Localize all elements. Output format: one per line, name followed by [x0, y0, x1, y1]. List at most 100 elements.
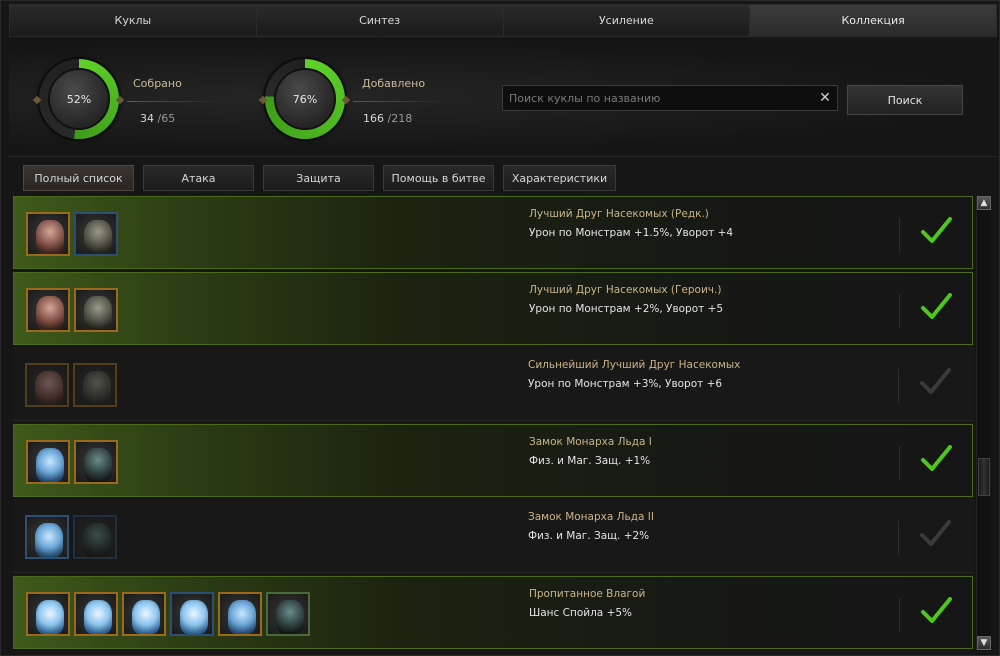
- row-divider: [899, 294, 900, 328]
- row-divider: [898, 521, 899, 555]
- doll-figure: [35, 371, 63, 405]
- doll-bug-icon[interactable]: [26, 212, 70, 256]
- collection-title: Замок Монарха Льда II: [528, 511, 654, 523]
- tab-collection[interactable]: Коллекция: [749, 4, 997, 37]
- collection-bonus: Урон по Монстрам +2%, Уворот +5: [529, 303, 724, 315]
- added-total: /218: [387, 112, 413, 125]
- scroll-down-icon[interactable]: ▼: [977, 636, 991, 650]
- search-input[interactable]: [509, 90, 805, 106]
- doll-figure: [228, 600, 256, 634]
- doll-dark-icon[interactable]: [73, 515, 117, 559]
- doll-figure: [84, 220, 112, 254]
- doll-figure: [36, 296, 64, 330]
- doll-icons: [26, 440, 118, 484]
- collection-row[interactable]: Пропитанное Влагой Шанс Спойла +5%: [13, 576, 973, 649]
- doll-bug2-icon[interactable]: [74, 288, 118, 332]
- row-divider: [898, 369, 899, 403]
- scroll-up-icon[interactable]: ▲: [977, 196, 991, 210]
- collection-title: Сильнейший Лучший Друг Насекомых: [528, 359, 741, 371]
- row-divider: [899, 598, 900, 632]
- doll-ice2-icon[interactable]: [26, 440, 70, 484]
- collection-row[interactable]: Лучший Друг Насекомых (Героич.) Урон по М…: [13, 272, 973, 345]
- row-divider: [899, 218, 900, 252]
- doll-figure: [36, 600, 64, 634]
- check-complete-icon: [919, 290, 953, 324]
- row-divider: [899, 446, 900, 480]
- added-progress-ring: 76%: [265, 59, 345, 139]
- doll-figure: [180, 600, 208, 634]
- collected-percent: 52%: [48, 68, 110, 130]
- doll-figure: [276, 600, 304, 634]
- doll-ice2-icon[interactable]: [25, 515, 69, 559]
- collected-label: Собрано: [133, 77, 182, 90]
- filter-bar: Полный список Атака Защита Помощь в битв…: [23, 165, 616, 191]
- doll-figure: [83, 523, 111, 557]
- doll-icons: [26, 592, 310, 636]
- collected-count: 34 /65: [140, 112, 175, 125]
- doll-figure: [84, 448, 112, 482]
- tab-dolls[interactable]: Куклы: [9, 4, 256, 37]
- doll-ice-icon[interactable]: [26, 592, 70, 636]
- check-complete-icon: [919, 442, 953, 476]
- doll-icons: [26, 212, 118, 256]
- doll-bug-icon[interactable]: [26, 288, 70, 332]
- doll-dark-icon[interactable]: [74, 440, 118, 484]
- check-incomplete-icon: [918, 365, 952, 399]
- tab-enhance[interactable]: Усиление: [502, 4, 750, 37]
- collection-bonus: Урон по Монстрам +1.5%, Уворот +4: [529, 227, 734, 239]
- doll-figure: [84, 600, 112, 634]
- doll-figure: [84, 296, 112, 330]
- search-box: ✕: [502, 85, 838, 111]
- stats-panel: 52% Собрано 34 /65 76% Добавлено 166 /21…: [9, 39, 997, 157]
- collection-list: Лучший Друг Насекомых (Редк.) Урон по Мон…: [13, 196, 973, 652]
- search-button[interactable]: Поиск: [847, 85, 963, 115]
- doll-figure: [83, 371, 111, 405]
- doll-bug2-icon[interactable]: [74, 212, 118, 256]
- collection-title: Замок Монарха Льда I: [529, 436, 652, 448]
- doll-ice-icon[interactable]: [170, 592, 214, 636]
- doll-icons: [25, 515, 117, 559]
- filter-defense[interactable]: Защита: [263, 165, 374, 191]
- doll-bug-icon[interactable]: [25, 363, 69, 407]
- doll-dark-icon[interactable]: [266, 592, 310, 636]
- scroll-thumb[interactable]: [978, 458, 990, 496]
- filter-attack[interactable]: Атака: [143, 165, 254, 191]
- main-tabs: Куклы Синтез Усиление Коллекция: [9, 4, 997, 37]
- filter-battle-help[interactable]: Помощь в битве: [383, 165, 494, 191]
- collection-row[interactable]: Сильнейший Лучший Друг Насекомых Урон по …: [13, 348, 973, 421]
- collected-progress-ring: 52%: [39, 59, 119, 139]
- collection-bonus: Физ. и Маг. Защ. +1%: [529, 455, 651, 467]
- clear-search-icon[interactable]: ✕: [817, 90, 833, 106]
- tab-synthesis[interactable]: Синтез: [255, 4, 503, 37]
- doll-figure: [132, 600, 160, 634]
- added-percent: 76%: [274, 68, 336, 130]
- collection-window: Куклы Синтез Усиление Коллекция 52% Собр…: [0, 0, 1000, 656]
- doll-figure: [35, 523, 63, 557]
- filter-full-list[interactable]: Полный список: [23, 165, 134, 191]
- collection-title: Лучший Друг Насекомых (Редк.): [529, 208, 709, 220]
- filter-stats[interactable]: Характеристики: [503, 165, 616, 191]
- doll-ice-icon[interactable]: [122, 592, 166, 636]
- collection-bonus: Физ. и Маг. Защ. +2%: [528, 530, 650, 542]
- check-incomplete-icon: [918, 517, 952, 551]
- doll-ice-icon[interactable]: [74, 592, 118, 636]
- doll-bug2-icon[interactable]: [73, 363, 117, 407]
- collection-title: Лучший Друг Насекомых (Героич.): [529, 284, 722, 296]
- added-label: Добавлено: [362, 77, 426, 90]
- check-complete-icon: [919, 214, 953, 248]
- collection-row[interactable]: Замок Монарха Льда II Физ. и Маг. Защ. +2…: [13, 500, 973, 573]
- added-divider: [353, 101, 448, 102]
- collected-divider: [127, 101, 222, 102]
- list-scrollbar[interactable]: ▲ ▼: [976, 196, 991, 650]
- check-complete-icon: [919, 594, 953, 628]
- collection-bonus: Шанс Спойла +5%: [529, 607, 633, 619]
- collection-title: Пропитанное Влагой: [529, 588, 646, 600]
- doll-ice2-icon[interactable]: [218, 592, 262, 636]
- collection-row[interactable]: Лучший Друг Насекомых (Редк.) Урон по Мон…: [13, 196, 973, 269]
- added-current: 166: [363, 112, 384, 125]
- collected-current: 34: [140, 112, 154, 125]
- collected-total: /65: [157, 112, 176, 125]
- collection-row[interactable]: Замок Монарха Льда I Физ. и Маг. Защ. +1%: [13, 424, 973, 497]
- doll-figure: [36, 220, 64, 254]
- doll-icons: [26, 288, 118, 332]
